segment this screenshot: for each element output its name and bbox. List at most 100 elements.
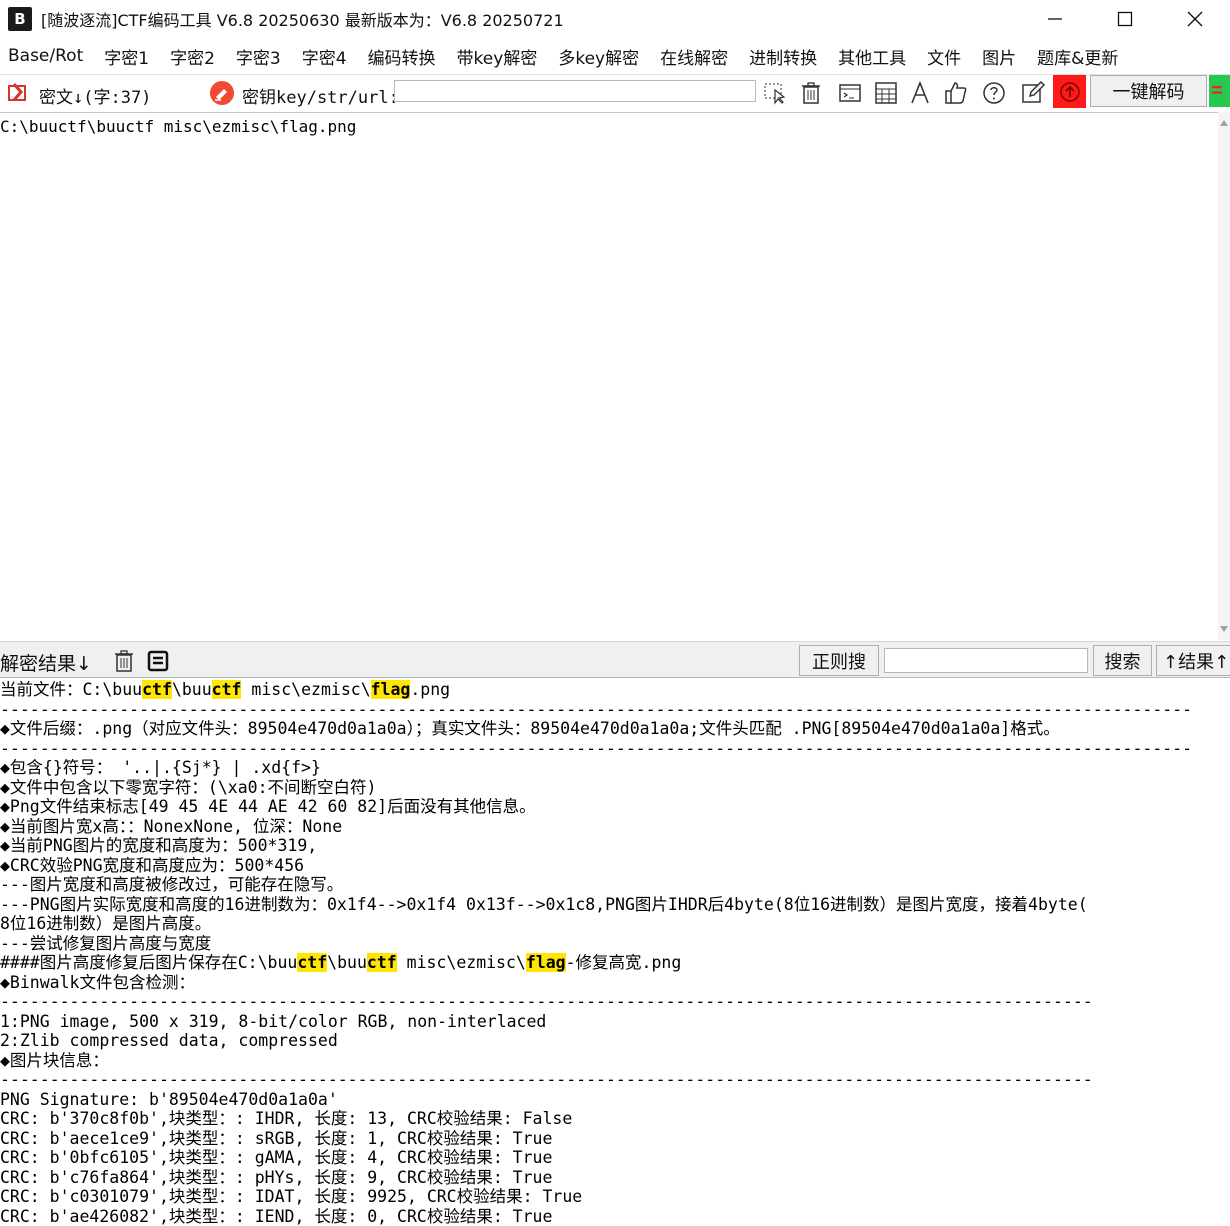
result-line: 1:PNG image, 500 x 319, 8-bit/color RGB,… xyxy=(0,1012,1192,1032)
result-text: ----------------------------------------… xyxy=(0,699,1193,719)
result-text: 2:Zlib compressed data, compressed xyxy=(0,1031,338,1050)
console-icon[interactable] xyxy=(836,79,864,107)
result-line: CRC: b'aece1ce9',块类型：: sRGB, 长度: 1, CRC校… xyxy=(0,1129,1192,1149)
result-line: ◆当前PNG图片的宽度和高度为：500*319, xyxy=(0,836,1192,856)
select-cursor-icon[interactable] xyxy=(761,79,789,107)
close-button[interactable] xyxy=(1160,0,1230,38)
menu-item[interactable]: 图片 xyxy=(982,44,1016,69)
minimize-button[interactable] xyxy=(1020,0,1090,38)
menu-item[interactable]: 文件 xyxy=(927,44,961,69)
result-text: ◆文件中包含以下零宽字符：(\xa0:不间断空白符) xyxy=(0,777,377,797)
menu-item[interactable]: 字密3 xyxy=(236,44,281,69)
result-line: ---图片宽度和高度被修改过，可能存在隐写。 xyxy=(0,875,1192,895)
key-input[interactable] xyxy=(394,80,756,102)
upload-button[interactable] xyxy=(1053,75,1086,108)
result-text: ◆图片块信息： xyxy=(0,1050,109,1070)
menu-item[interactable]: 在线解密 xyxy=(660,44,728,69)
font-icon[interactable] xyxy=(906,79,934,107)
import-file-icon[interactable] xyxy=(4,79,32,107)
help-icon[interactable] xyxy=(980,79,1008,107)
menu-item[interactable]: 其他工具 xyxy=(838,44,906,69)
search-highlight: ctf xyxy=(211,680,242,699)
result-text: ---尝试修复图片高度与宽度 xyxy=(0,933,212,953)
result-content: 当前文件：C:\buuctf\buuctf misc\ezmisc\flag.p… xyxy=(0,680,1192,1226)
result-text: ◆Binwalk文件包含检测： xyxy=(0,972,195,992)
maximize-icon xyxy=(1117,11,1133,27)
green-side-tab[interactable]: = xyxy=(1209,75,1230,107)
result-text: CRC: b'aece1ce9',块类型：: sRGB, 长度: 1, CRC校… xyxy=(0,1128,553,1148)
ciphertext-content: C:\buuctf\buuctf misc\ezmisc\flag.png xyxy=(0,117,357,136)
thumbs-up-icon[interactable] xyxy=(942,79,970,107)
result-up-button[interactable]: ↑结果↑ xyxy=(1156,645,1230,676)
menu-item[interactable]: 编码转换 xyxy=(368,44,436,69)
menu-item[interactable]: 多key解密 xyxy=(558,44,639,69)
maximize-button[interactable] xyxy=(1090,0,1160,38)
result-line: PNG Signature: b'89504e470d0a1a0a' xyxy=(0,1090,1192,1110)
trash-icon[interactable] xyxy=(797,79,825,107)
window-title: [随波逐流]CTF编码工具 V6.8 20250630 最新版本为：V6.8 2… xyxy=(41,11,564,30)
result-line: 当前文件：C:\buuctf\buuctf misc\ezmisc\flag.p… xyxy=(0,680,1192,700)
result-text: ◆CRC效验PNG宽度和高度应为：500*456 xyxy=(0,855,305,875)
result-line: ----------------------------------------… xyxy=(0,700,1192,720)
menu-item[interactable]: 字密1 xyxy=(104,44,149,69)
result-line: ◆Binwalk文件包含检测： xyxy=(0,973,1192,993)
result-text: CRC: b'370c8f0b',块类型：: IHDR, 长度: 13, CRC… xyxy=(0,1109,573,1128)
copy-result-icon[interactable] xyxy=(145,648,171,674)
result-text: ◆文件后缀：.png（对应文件头：89504e470d0a1a0a）；真实文件头… xyxy=(0,719,1060,738)
result-text: \buu xyxy=(171,680,212,699)
result-line: CRC: b'370c8f0b',块类型：: IHDR, 长度: 13, CRC… xyxy=(0,1109,1192,1129)
result-text: ◆当前PNG图片的宽度和高度为：500*319, xyxy=(0,836,318,855)
search-highlight: flag xyxy=(370,680,411,699)
result-line: ◆包含{}符号： '..|.{Sj*} | .xd{f>} xyxy=(0,758,1192,778)
result-text: misc\ezmisc\ xyxy=(241,680,371,699)
result-line: 2:Zlib compressed data, compressed xyxy=(0,1031,1192,1051)
result-text: 8位16进制数）是图片高度。 xyxy=(0,914,212,933)
search-highlight: ctf xyxy=(366,953,397,972)
ciphertext-textarea[interactable]: C:\buuctf\buuctf misc\ezmisc\flag.png xyxy=(0,112,1218,640)
menu-item[interactable]: 带key解密 xyxy=(457,44,538,69)
result-text: CRC: b'0bfc6105',块类型：: gAMA, 长度: 4, CRC校… xyxy=(0,1148,553,1167)
result-line: ----------------------------------------… xyxy=(0,739,1192,759)
search-highlight: ctf xyxy=(142,680,172,699)
result-text: 当前文件：C:\buu xyxy=(0,680,143,699)
result-line: ----------------------------------------… xyxy=(0,992,1192,1012)
regex-search-input[interactable] xyxy=(884,648,1088,673)
one-click-decode-button[interactable]: 一键解码 xyxy=(1090,75,1207,107)
scroll-down-icon[interactable] xyxy=(1220,626,1228,632)
result-text: ◆Png文件结束标志[49 45 4E 44 AE 42 60 82]后面没有其… xyxy=(0,797,536,816)
result-text: ---图片宽度和高度被修改过，可能存在隐写。 xyxy=(0,875,344,894)
window-controls xyxy=(1020,0,1230,38)
clear-key-icon[interactable] xyxy=(208,79,236,107)
result-text: ----------------------------------------… xyxy=(0,738,1193,758)
input-scrollbar[interactable] xyxy=(1218,112,1230,640)
menu-bar: Base/Rot 字密1 字密2 字密3 字密4 编码转换 带key解密 多key解密 在线解密… xyxy=(0,40,1230,72)
result-text: ◆当前图片宽x高：：NonexNone, 位深：None xyxy=(0,816,343,836)
result-line: ◆文件后缀：.png（对应文件头：89504e470d0a1a0a）；真实文件头… xyxy=(0,719,1192,739)
edit-icon[interactable] xyxy=(1019,79,1047,107)
result-line: 8位16进制数）是图片高度。 xyxy=(0,914,1192,934)
menu-item[interactable]: Base/Rot xyxy=(8,46,83,66)
result-line: CRC: b'c76fa864',块类型：: pHYs, 长度: 9, CRC校… xyxy=(0,1168,1192,1188)
result-line: ----------------------------------------… xyxy=(0,1070,1192,1090)
result-text: CRC: b'c76fa864',块类型：: pHYs, 长度: 9, CRC校… xyxy=(0,1167,553,1187)
menu-item[interactable]: 字密2 xyxy=(170,44,215,69)
result-text: -修复高宽.png xyxy=(565,953,682,972)
calculator-icon[interactable] xyxy=(872,79,900,107)
result-line: ◆图片块信息： xyxy=(0,1051,1192,1071)
result-text: .png xyxy=(410,680,451,699)
menu-item[interactable]: 题库&更新 xyxy=(1037,44,1118,69)
menu-item[interactable]: 进制转换 xyxy=(749,44,817,69)
title-bar: B [随波逐流]CTF编码工具 V6.8 20250630 最新版本为：V6.8… xyxy=(0,0,1230,38)
regex-search-button[interactable]: 正则搜 xyxy=(799,645,879,676)
result-text: PNG Signature: b'89504e470d0a1a0a' xyxy=(0,1089,338,1109)
clear-result-trash-icon[interactable] xyxy=(111,648,137,674)
menu-item[interactable]: 字密4 xyxy=(302,44,347,69)
result-line: ◆Png文件结束标志[49 45 4E 44 AE 42 60 82]后面没有其… xyxy=(0,797,1192,817)
result-text: ####图片高度修复后图片保存在C:\buu xyxy=(0,953,298,972)
close-icon xyxy=(1187,11,1203,27)
scroll-up-icon[interactable] xyxy=(1220,120,1228,126)
upload-arrow-icon xyxy=(1059,81,1080,102)
search-button[interactable]: 搜索 xyxy=(1093,645,1152,676)
result-line: CRC: b'0bfc6105',块类型：: gAMA, 长度: 4, CRC校… xyxy=(0,1148,1192,1168)
result-textarea[interactable]: 当前文件：C:\buuctf\buuctf misc\ezmisc\flag.p… xyxy=(0,679,1230,1226)
